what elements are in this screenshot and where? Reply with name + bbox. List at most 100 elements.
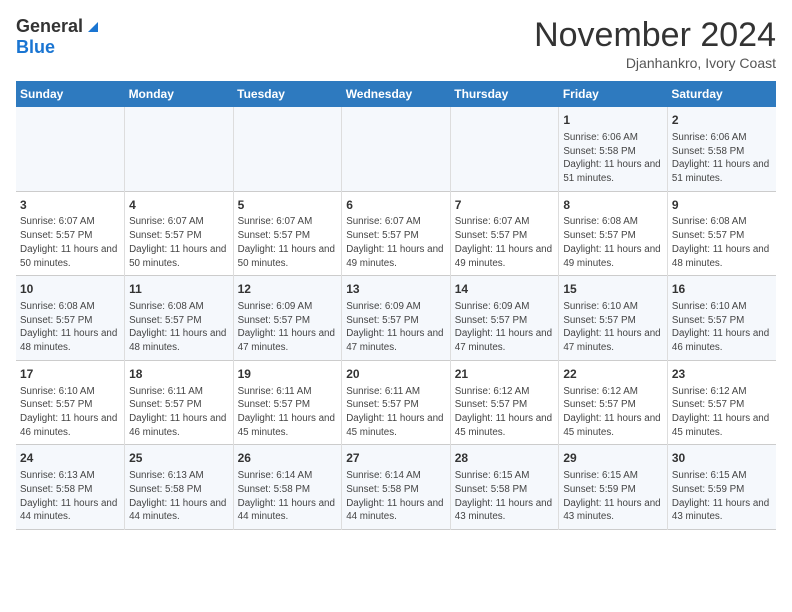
calendar-cell: 16 Sunrise: 6:10 AMSunset: 5:57 PMDayligh… xyxy=(667,276,776,361)
day-info: Sunrise: 6:07 AMSunset: 5:57 PMDaylight:… xyxy=(455,215,555,270)
calendar-cell: 29 Sunrise: 6:15 AMSunset: 5:59 PMDayligh… xyxy=(559,445,668,530)
day-info: Sunrise: 6:08 AMSunset: 5:57 PMDaylight:… xyxy=(672,215,772,270)
day-info: Sunrise: 6:15 AMSunset: 5:59 PMDaylight:… xyxy=(672,469,772,524)
calendar-cell: 15 Sunrise: 6:10 AMSunset: 5:57 PMDayligh… xyxy=(559,276,668,361)
calendar-cell: 27 Sunrise: 6:14 AMSunset: 5:58 PMDayligh… xyxy=(342,445,451,530)
calendar-cell: 20 Sunrise: 6:11 AMSunset: 5:57 PMDayligh… xyxy=(342,360,451,445)
calendar-cell: 10Sunrise: 6:08 AMSunset: 5:57 PMDayligh… xyxy=(16,276,125,361)
day-info: Sunrise: 6:14 AMSunset: 5:58 PMDaylight:… xyxy=(346,469,446,524)
calendar-cell xyxy=(233,107,342,191)
day-info: Sunrise: 6:07 AMSunset: 5:57 PMDaylight:… xyxy=(129,215,229,270)
day-info: Sunrise: 6:12 AMSunset: 5:57 PMDaylight:… xyxy=(672,385,772,440)
day-info: Sunrise: 6:15 AMSunset: 5:58 PMDaylight:… xyxy=(455,469,555,524)
day-number: 9 xyxy=(672,197,772,214)
calendar-table: SundayMondayTuesdayWednesdayThursdayFrid… xyxy=(16,81,776,530)
calendar-week-row: 17 Sunrise: 6:10 AMSunset: 5:57 PMDayligh… xyxy=(16,360,776,445)
calendar-cell: 3Sunrise: 6:07 AMSunset: 5:57 PMDaylight… xyxy=(16,191,125,276)
day-number: 21 xyxy=(455,366,555,383)
calendar-cell: 18 Sunrise: 6:11 AMSunset: 5:57 PMDayligh… xyxy=(125,360,234,445)
day-info: Sunrise: 6:14 AMSunset: 5:58 PMDaylight:… xyxy=(238,469,338,524)
page-header: General Blue November 2024 Djanhankro, I… xyxy=(16,16,776,71)
calendar-cell: 30Sunrise: 6:15 AMSunset: 5:59 PMDayligh… xyxy=(667,445,776,530)
day-number: 26 xyxy=(238,450,338,467)
calendar-cell: 14 Sunrise: 6:09 AMSunset: 5:57 PMDayligh… xyxy=(450,276,559,361)
day-number: 7 xyxy=(455,197,555,214)
day-number: 1 xyxy=(563,112,663,129)
calendar-cell: 9Sunrise: 6:08 AMSunset: 5:57 PMDaylight… xyxy=(667,191,776,276)
day-number: 23 xyxy=(672,366,772,383)
day-number: 20 xyxy=(346,366,446,383)
calendar-cell xyxy=(125,107,234,191)
day-number: 8 xyxy=(563,197,663,214)
day-number: 12 xyxy=(238,281,338,298)
calendar-cell: 26 Sunrise: 6:14 AMSunset: 5:58 PMDayligh… xyxy=(233,445,342,530)
day-info: Sunrise: 6:15 AMSunset: 5:59 PMDaylight:… xyxy=(563,469,663,524)
day-info: Sunrise: 6:08 AMSunset: 5:57 PMDaylight:… xyxy=(563,215,663,270)
day-number: 17 xyxy=(20,366,120,383)
calendar-cell xyxy=(16,107,125,191)
calendar-week-row: 3Sunrise: 6:07 AMSunset: 5:57 PMDaylight… xyxy=(16,191,776,276)
calendar-cell: 25Sunrise: 6:13 AMSunset: 5:58 PMDayligh… xyxy=(125,445,234,530)
day-info: Sunrise: 6:09 AMSunset: 5:57 PMDaylight:… xyxy=(238,300,338,355)
weekday-header-tuesday: Tuesday xyxy=(233,81,342,107)
day-number: 3 xyxy=(20,197,120,214)
day-info: Sunrise: 6:09 AMSunset: 5:57 PMDaylight:… xyxy=(346,300,446,355)
day-info: Sunrise: 6:11 AMSunset: 5:57 PMDaylight:… xyxy=(346,385,446,440)
logo-icon xyxy=(84,16,102,34)
calendar-cell: 24Sunrise: 6:13 AMSunset: 5:58 PMDayligh… xyxy=(16,445,125,530)
day-info: Sunrise: 6:10 AMSunset: 5:57 PMDaylight:… xyxy=(672,300,772,355)
calendar-cell: 13Sunrise: 6:09 AMSunset: 5:57 PMDayligh… xyxy=(342,276,451,361)
day-info: Sunrise: 6:10 AMSunset: 5:57 PMDaylight:… xyxy=(563,300,663,355)
day-info: Sunrise: 6:06 AMSunset: 5:58 PMDaylight:… xyxy=(672,131,772,186)
weekday-header-sunday: Sunday xyxy=(16,81,125,107)
calendar-cell: 19Sunrise: 6:11 AMSunset: 5:57 PMDayligh… xyxy=(233,360,342,445)
calendar-week-row: 1 Sunrise: 6:06 AMSunset: 5:58 PMDaylight… xyxy=(16,107,776,191)
day-info: Sunrise: 6:07 AMSunset: 5:57 PMDaylight:… xyxy=(238,215,338,270)
calendar-week-row: 10Sunrise: 6:08 AMSunset: 5:57 PMDayligh… xyxy=(16,276,776,361)
day-number: 19 xyxy=(238,366,338,383)
calendar-cell: 4Sunrise: 6:07 AMSunset: 5:57 PMDaylight… xyxy=(125,191,234,276)
calendar-cell xyxy=(450,107,559,191)
logo: General Blue xyxy=(16,16,102,58)
calendar-week-row: 24Sunrise: 6:13 AMSunset: 5:58 PMDayligh… xyxy=(16,445,776,530)
day-number: 29 xyxy=(563,450,663,467)
day-number: 15 xyxy=(563,281,663,298)
weekday-header-row: SundayMondayTuesdayWednesdayThursdayFrid… xyxy=(16,81,776,107)
calendar-cell: 6Sunrise: 6:07 AMSunset: 5:57 PMDaylight… xyxy=(342,191,451,276)
weekday-header-monday: Monday xyxy=(125,81,234,107)
day-info: Sunrise: 6:13 AMSunset: 5:58 PMDaylight:… xyxy=(20,469,120,524)
day-info: Sunrise: 6:11 AMSunset: 5:57 PMDaylight:… xyxy=(129,385,229,440)
day-number: 14 xyxy=(455,281,555,298)
day-number: 27 xyxy=(346,450,446,467)
month-title: November 2024 xyxy=(534,16,776,55)
location-text: Djanhankro, Ivory Coast xyxy=(534,55,776,71)
calendar-cell: 21 Sunrise: 6:12 AMSunset: 5:57 PMDayligh… xyxy=(450,360,559,445)
calendar-cell: 28Sunrise: 6:15 AMSunset: 5:58 PMDayligh… xyxy=(450,445,559,530)
day-info: Sunrise: 6:10 AMSunset: 5:57 PMDaylight:… xyxy=(20,385,120,440)
day-number: 18 xyxy=(129,366,229,383)
title-block: November 2024 Djanhankro, Ivory Coast xyxy=(534,16,776,71)
day-number: 25 xyxy=(129,450,229,467)
day-info: Sunrise: 6:08 AMSunset: 5:57 PMDaylight:… xyxy=(129,300,229,355)
weekday-header-friday: Friday xyxy=(559,81,668,107)
day-number: 2 xyxy=(672,112,772,129)
calendar-cell: 22Sunrise: 6:12 AMSunset: 5:57 PMDayligh… xyxy=(559,360,668,445)
calendar-cell: 12 Sunrise: 6:09 AMSunset: 5:57 PMDayligh… xyxy=(233,276,342,361)
day-info: Sunrise: 6:06 AMSunset: 5:58 PMDaylight:… xyxy=(563,131,663,186)
day-number: 16 xyxy=(672,281,772,298)
day-info: Sunrise: 6:07 AMSunset: 5:57 PMDaylight:… xyxy=(20,215,120,270)
weekday-header-thursday: Thursday xyxy=(450,81,559,107)
day-info: Sunrise: 6:12 AMSunset: 5:57 PMDaylight:… xyxy=(455,385,555,440)
calendar-cell: 7Sunrise: 6:07 AMSunset: 5:57 PMDaylight… xyxy=(450,191,559,276)
calendar-cell: 23 Sunrise: 6:12 AMSunset: 5:57 PMDayligh… xyxy=(667,360,776,445)
day-info: Sunrise: 6:12 AMSunset: 5:57 PMDaylight:… xyxy=(563,385,663,440)
day-info: Sunrise: 6:08 AMSunset: 5:57 PMDaylight:… xyxy=(20,300,120,355)
day-info: Sunrise: 6:07 AMSunset: 5:57 PMDaylight:… xyxy=(346,215,446,270)
day-number: 6 xyxy=(346,197,446,214)
day-number: 5 xyxy=(238,197,338,214)
logo-blue-text: Blue xyxy=(16,37,55,58)
calendar-cell: 2 Sunrise: 6:06 AMSunset: 5:58 PMDaylight… xyxy=(667,107,776,191)
day-info: Sunrise: 6:09 AMSunset: 5:57 PMDaylight:… xyxy=(455,300,555,355)
day-number: 11 xyxy=(129,281,229,298)
calendar-cell: 1 Sunrise: 6:06 AMSunset: 5:58 PMDaylight… xyxy=(559,107,668,191)
